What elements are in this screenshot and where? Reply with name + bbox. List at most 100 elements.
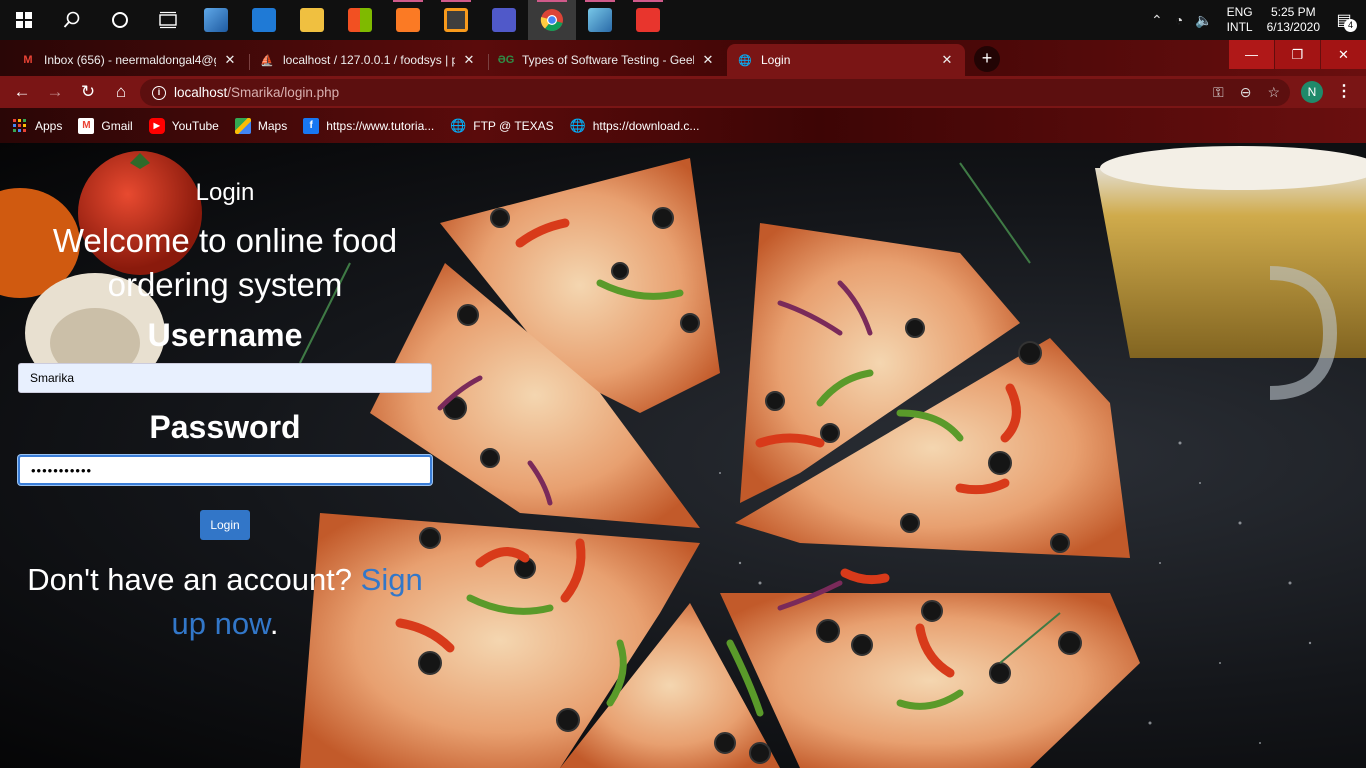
- profile-avatar[interactable]: N: [1301, 81, 1323, 103]
- star-icon[interactable]: ☆: [1267, 84, 1280, 101]
- close-tab-icon[interactable]: ✕: [461, 52, 477, 68]
- login-form: Login Welcome to online food ordering sy…: [0, 143, 450, 768]
- gmail-icon: M: [23, 54, 33, 66]
- gmail-icon: M: [78, 117, 95, 134]
- forward-button[interactable]: →: [39, 76, 71, 108]
- bookmark-youtube[interactable]: ▶ YouTube: [148, 117, 219, 134]
- login-button[interactable]: Login: [200, 510, 250, 540]
- close-tab-icon[interactable]: ✕: [939, 52, 955, 68]
- bookmark-label: FTP @ TEXAS: [473, 118, 554, 133]
- task-view-icon: [159, 11, 177, 29]
- info-icon[interactable]: i: [152, 85, 166, 100]
- tab-geeksforgeeks[interactable]: ƏG Types of Software Testing - Geek ✕: [488, 44, 726, 76]
- close-tab-icon[interactable]: ✕: [700, 52, 716, 68]
- taskbar-app-chrome[interactable]: [528, 0, 576, 40]
- clock-date: 6/13/2020: [1266, 20, 1320, 34]
- cortana-icon: [112, 12, 128, 28]
- tab-login[interactable]: 🌐 Login ✕: [727, 44, 965, 76]
- windows-taskbar: ⌃ ◔ 🔈 ENG INTL 5:25 PM 6/13/2020 ▤ 4: [0, 0, 1366, 40]
- mail-icon: [252, 8, 276, 32]
- globe-icon: 🌐: [450, 117, 467, 133]
- arrow-right-icon: →: [46, 82, 64, 101]
- bookmark-download[interactable]: 🌐 https://download.c...: [570, 118, 700, 134]
- taskbar-app-virtualbox[interactable]: [576, 0, 624, 40]
- search-button[interactable]: [48, 0, 96, 40]
- taskbar-app-store[interactable]: [336, 0, 384, 40]
- youtube-icon: ▶: [148, 117, 165, 134]
- signup-prefix-text: Don't have an account?: [27, 562, 361, 597]
- volume-icon[interactable]: 🔈: [1195, 12, 1212, 29]
- tab-gmail[interactable]: M Inbox (656) - neermaldongal4@g ✕: [10, 44, 248, 76]
- search-icon: [63, 11, 80, 28]
- tab-phpmyadmin[interactable]: ⛵ localhost / 127.0.0.1 / foodsys | p ✕: [249, 44, 487, 76]
- cortana-button[interactable]: [96, 0, 144, 40]
- geeksforgeeks-icon: ƏG: [497, 54, 515, 66]
- anydesk-icon: [636, 8, 660, 32]
- taskbar-app-teams[interactable]: [480, 0, 528, 40]
- password-label: Password: [149, 409, 301, 445]
- bookmark-label: https://www.tutoria...: [326, 118, 435, 133]
- apps-grid-icon: [13, 118, 26, 132]
- teams-icon: [492, 8, 516, 32]
- back-button[interactable]: ←: [6, 76, 38, 108]
- restore-button[interactable]: ❐: [1275, 40, 1320, 69]
- bookmark-label: YouTube: [171, 118, 219, 133]
- browser-toolbar: ← → ↻ ⌂ i localhost/Smarika/login.php ⚿ …: [0, 76, 1366, 108]
- globe-icon: 🌐: [569, 117, 586, 133]
- bookmark-label: Gmail: [101, 118, 133, 133]
- phpmyadmin-icon: ⛵: [260, 54, 274, 67]
- bookmark-label: Apps: [35, 118, 63, 133]
- chrome-menu-icon[interactable]: ⋮: [1336, 80, 1352, 104]
- input-language[interactable]: ENG INTL: [1227, 5, 1253, 35]
- tab-strip: M Inbox (656) - neermaldongal4@g ✕ ⛵ loc…: [0, 40, 1366, 76]
- page-viewport: Login Welcome to online food ordering sy…: [0, 143, 1366, 768]
- taskbar-app-mail[interactable]: [240, 0, 288, 40]
- bookmark-label: https://download.c...: [592, 118, 700, 133]
- action-center-button[interactable]: ▤ 4: [1330, 6, 1358, 34]
- bookmark-maps[interactable]: Maps: [234, 117, 287, 134]
- taskbar-app-sublime[interactable]: [432, 0, 480, 40]
- taskbar-app-anydesk[interactable]: [624, 0, 672, 40]
- language-code: ENG: [1226, 5, 1253, 19]
- taskbar-app-settings[interactable]: [192, 0, 240, 40]
- bookmark-ftp-texas[interactable]: 🌐 FTP @ TEXAS: [450, 117, 554, 134]
- new-tab-button[interactable]: +: [974, 46, 1000, 72]
- zoom-icon[interactable]: ⊖: [1240, 84, 1252, 101]
- close-tab-icon[interactable]: ✕: [222, 52, 238, 68]
- login-heading: Login: [195, 179, 255, 206]
- clock-time: 5:25 PM: [1270, 5, 1316, 19]
- address-bar[interactable]: i localhost/Smarika/login.php ⚿ ⊖ ☆: [140, 79, 1290, 106]
- chrome-icon: [540, 9, 563, 31]
- bookmark-tutorialspoint[interactable]: f https://www.tutoria...: [303, 117, 435, 134]
- tab-title: Login: [761, 53, 791, 67]
- bookmark-gmail[interactable]: M Gmail: [78, 117, 133, 134]
- reload-icon: ↻: [80, 82, 96, 101]
- close-window-button[interactable]: ✕: [1321, 40, 1366, 69]
- tab-title: Inbox (656) - neermaldongal4@g: [44, 53, 216, 67]
- bookmark-apps[interactable]: Apps: [12, 118, 62, 134]
- url-path: /Smarika/login.php: [227, 85, 340, 100]
- key-icon[interactable]: ⚿: [1213, 84, 1224, 101]
- clock[interactable]: 5:25 PM 6/13/2020: [1267, 5, 1320, 35]
- globe-icon: 🌐: [738, 54, 752, 67]
- start-button[interactable]: [0, 0, 48, 40]
- wifi-icon[interactable]: ◔: [1175, 12, 1183, 28]
- minimize-button[interactable]: —: [1229, 40, 1274, 69]
- browser-window: M Inbox (656) - neermaldongal4@g ✕ ⛵ loc…: [0, 40, 1366, 143]
- signup-suffix-text: .: [269, 606, 279, 641]
- task-view-button[interactable]: [144, 0, 192, 40]
- taskbar-app-explorer[interactable]: [288, 0, 336, 40]
- home-button[interactable]: ⌂: [105, 76, 137, 108]
- windows-logo-icon: [16, 12, 32, 28]
- notification-count: 4: [1344, 19, 1357, 32]
- maps-icon: [234, 117, 251, 134]
- taskbar-app-xampp[interactable]: [384, 0, 432, 40]
- home-icon: ⌂: [115, 82, 127, 101]
- arrow-left-icon: ←: [13, 82, 31, 101]
- tab-title: Types of Software Testing - Geek: [522, 53, 694, 67]
- store-icon: [348, 8, 372, 32]
- password-input[interactable]: •••••••••••: [18, 455, 432, 485]
- reload-button[interactable]: ↻: [72, 76, 104, 108]
- username-input[interactable]: Smarika: [18, 363, 432, 393]
- chevron-up-icon[interactable]: ⌃: [1151, 12, 1163, 29]
